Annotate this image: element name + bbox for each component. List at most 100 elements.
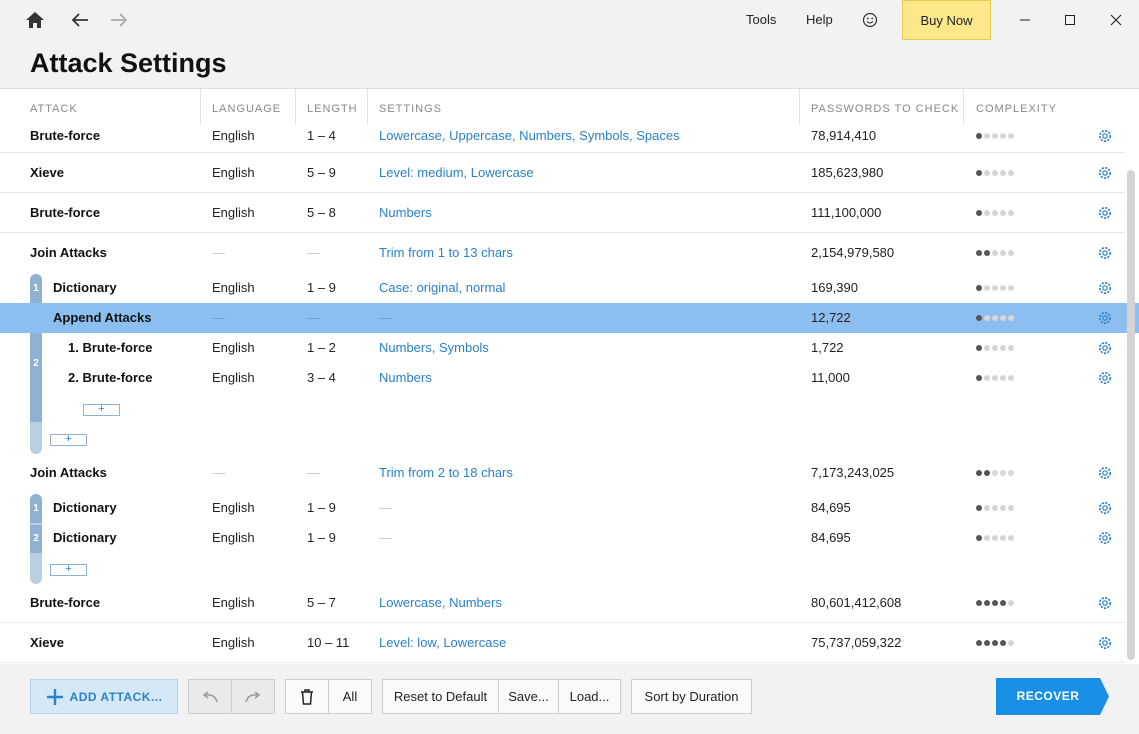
attack-settings[interactable]: Trim from 1 to 13 chars xyxy=(379,245,513,260)
attack-name: Join Attacks xyxy=(30,465,107,480)
complexity-dot xyxy=(1008,250,1014,256)
passwords-to-check: 1,722 xyxy=(811,340,844,355)
column-header-language[interactable]: LANGUAGE xyxy=(212,103,281,115)
attack-row[interactable]: Dictionary English 1 – 9 — 84,695 xyxy=(0,523,1125,553)
complexity-dot xyxy=(1000,640,1006,646)
complexity-dot xyxy=(1000,535,1006,541)
attack-language: English xyxy=(212,595,255,610)
save-button[interactable]: Save... xyxy=(498,679,559,714)
add-join-part-button[interactable]: + xyxy=(50,434,87,446)
home-icon[interactable] xyxy=(23,8,47,32)
column-header-attack[interactable]: ATTACK xyxy=(30,103,78,115)
attack-length: 1 – 9 xyxy=(307,280,336,295)
load-button[interactable]: Load... xyxy=(558,679,621,714)
gear-icon[interactable] xyxy=(1097,500,1113,516)
attack-settings[interactable]: Numbers xyxy=(379,205,432,220)
reset-to-default-button[interactable]: Reset to Default xyxy=(382,679,499,714)
buy-now-button[interactable]: Buy Now xyxy=(902,0,991,40)
attack-settings[interactable]: Numbers, Symbols xyxy=(379,340,489,355)
gear-icon[interactable] xyxy=(1097,310,1113,326)
attack-row[interactable]: Brute-force English 1 – 4 Lowercase, Upperc… xyxy=(0,118,1125,153)
add-attack-button[interactable]: ADD ATTACK... xyxy=(30,679,178,714)
gear-icon[interactable] xyxy=(1097,205,1113,221)
complexity-dot xyxy=(992,535,998,541)
attack-settings: — xyxy=(379,310,392,325)
attack-row[interactable]: Dictionary English 1 – 9 Case: original, no… xyxy=(0,273,1125,303)
delete-button[interactable] xyxy=(285,679,329,714)
sort-by-duration-button[interactable]: Sort by Duration xyxy=(631,679,752,714)
complexity-dot xyxy=(976,315,982,321)
attack-settings[interactable]: Trim from 2 to 18 chars xyxy=(379,465,513,480)
attack-language: — xyxy=(212,310,225,325)
attack-row[interactable]: 1. Brute-force English 1 – 2 Numbers, Symbo… xyxy=(0,333,1125,363)
column-header-complexity[interactable]: COMPLEXITY xyxy=(976,103,1057,115)
gear-icon[interactable] xyxy=(1097,465,1113,481)
gear-icon[interactable] xyxy=(1097,280,1113,296)
attack-row[interactable]: Brute-force English 5 – 7 Lowercase, Number… xyxy=(0,583,1125,623)
undo-button[interactable] xyxy=(188,679,232,714)
column-header-passwords[interactable]: PASSWORDS TO CHECK xyxy=(811,103,959,115)
complexity-dot xyxy=(992,170,998,176)
complexity-dot xyxy=(992,315,998,321)
forward-arrow-icon[interactable] xyxy=(107,8,131,32)
add-join-part-button[interactable]: + xyxy=(50,564,87,576)
attack-row[interactable]: Xieve English 10 – 11 Level: low, Lowercase… xyxy=(0,623,1125,663)
attack-settings[interactable]: Level: low, Lowercase xyxy=(379,635,506,650)
attack-length: — xyxy=(307,465,320,480)
help-menu[interactable]: Help xyxy=(806,12,833,27)
vertical-scrollbar[interactable] xyxy=(1127,170,1135,660)
add-attack-label: ADD ATTACK... xyxy=(69,689,163,704)
attack-language: English xyxy=(212,500,255,515)
attack-settings[interactable]: Lowercase, Numbers xyxy=(379,595,502,610)
back-arrow-icon[interactable] xyxy=(68,8,92,32)
complexity-indicator xyxy=(976,470,1014,476)
attack-row[interactable]: Join Attacks — — Trim from 2 to 18 chars 7,1… xyxy=(0,453,1125,493)
complexity-indicator xyxy=(976,345,1014,351)
add-append-part-button[interactable]: + xyxy=(83,404,120,416)
passwords-to-check: 11,000 xyxy=(811,370,850,385)
attack-settings[interactable]: Lowercase, Uppercase, Numbers, Symbols, … xyxy=(379,128,680,143)
attack-row-selected[interactable]: Append Attacks — — — 12,722 xyxy=(0,303,1139,333)
gear-icon[interactable] xyxy=(1097,340,1113,356)
complexity-dot xyxy=(1008,505,1014,511)
complexity-dot xyxy=(976,640,982,646)
passwords-to-check: 2,154,979,580 xyxy=(811,245,895,260)
attack-settings[interactable]: Numbers xyxy=(379,370,432,385)
delete-all-button[interactable]: All xyxy=(328,679,372,714)
attack-language: English xyxy=(212,128,255,143)
smiley-feedback-icon[interactable] xyxy=(858,8,882,32)
recover-button[interactable]: RECOVER xyxy=(996,678,1110,715)
gear-icon[interactable] xyxy=(1097,370,1113,386)
complexity-indicator xyxy=(976,315,1014,321)
attack-row[interactable]: Brute-force English 5 – 8 Numbers 111,100,00… xyxy=(0,193,1125,233)
maximize-icon[interactable] xyxy=(1058,8,1082,32)
passwords-to-check: 111,100,000 xyxy=(811,205,882,220)
gear-icon[interactable] xyxy=(1097,530,1113,546)
gear-icon[interactable] xyxy=(1097,635,1113,651)
attack-language: English xyxy=(212,635,255,650)
close-icon[interactable] xyxy=(1104,8,1128,32)
gear-icon[interactable] xyxy=(1097,165,1113,181)
tools-menu[interactable]: Tools xyxy=(746,12,776,27)
attack-name: Brute-force xyxy=(30,205,101,220)
attack-row[interactable]: Xieve English 5 – 9 Level: medium, Lowercas… xyxy=(0,153,1125,193)
attack-length: 5 – 9 xyxy=(307,165,336,180)
attack-language: — xyxy=(212,245,225,260)
attack-row[interactable]: Join Attacks — — Trim from 1 to 13 chars 2,1… xyxy=(0,233,1125,273)
attack-name: 2. Brute-force xyxy=(68,370,153,385)
gear-icon[interactable] xyxy=(1097,128,1113,144)
gear-icon[interactable] xyxy=(1097,595,1113,611)
complexity-indicator xyxy=(976,133,1014,139)
complexity-dot xyxy=(984,505,990,511)
redo-button[interactable] xyxy=(231,679,275,714)
column-header-length[interactable]: LENGTH xyxy=(307,103,358,115)
attack-settings[interactable]: Case: original, normal xyxy=(379,280,505,295)
attack-row[interactable]: Dictionary English 1 – 9 — 84,695 xyxy=(0,493,1125,523)
column-header-settings[interactable]: SETTINGS xyxy=(379,103,442,115)
complexity-dot xyxy=(1000,375,1006,381)
gear-icon[interactable] xyxy=(1097,245,1113,261)
attack-length: 5 – 8 xyxy=(307,205,336,220)
attack-row[interactable]: 2. Brute-force English 3 – 4 Numbers 11,000 xyxy=(0,363,1125,393)
attack-settings[interactable]: Level: medium, Lowercase xyxy=(379,165,534,180)
minimize-icon[interactable] xyxy=(1013,8,1037,32)
